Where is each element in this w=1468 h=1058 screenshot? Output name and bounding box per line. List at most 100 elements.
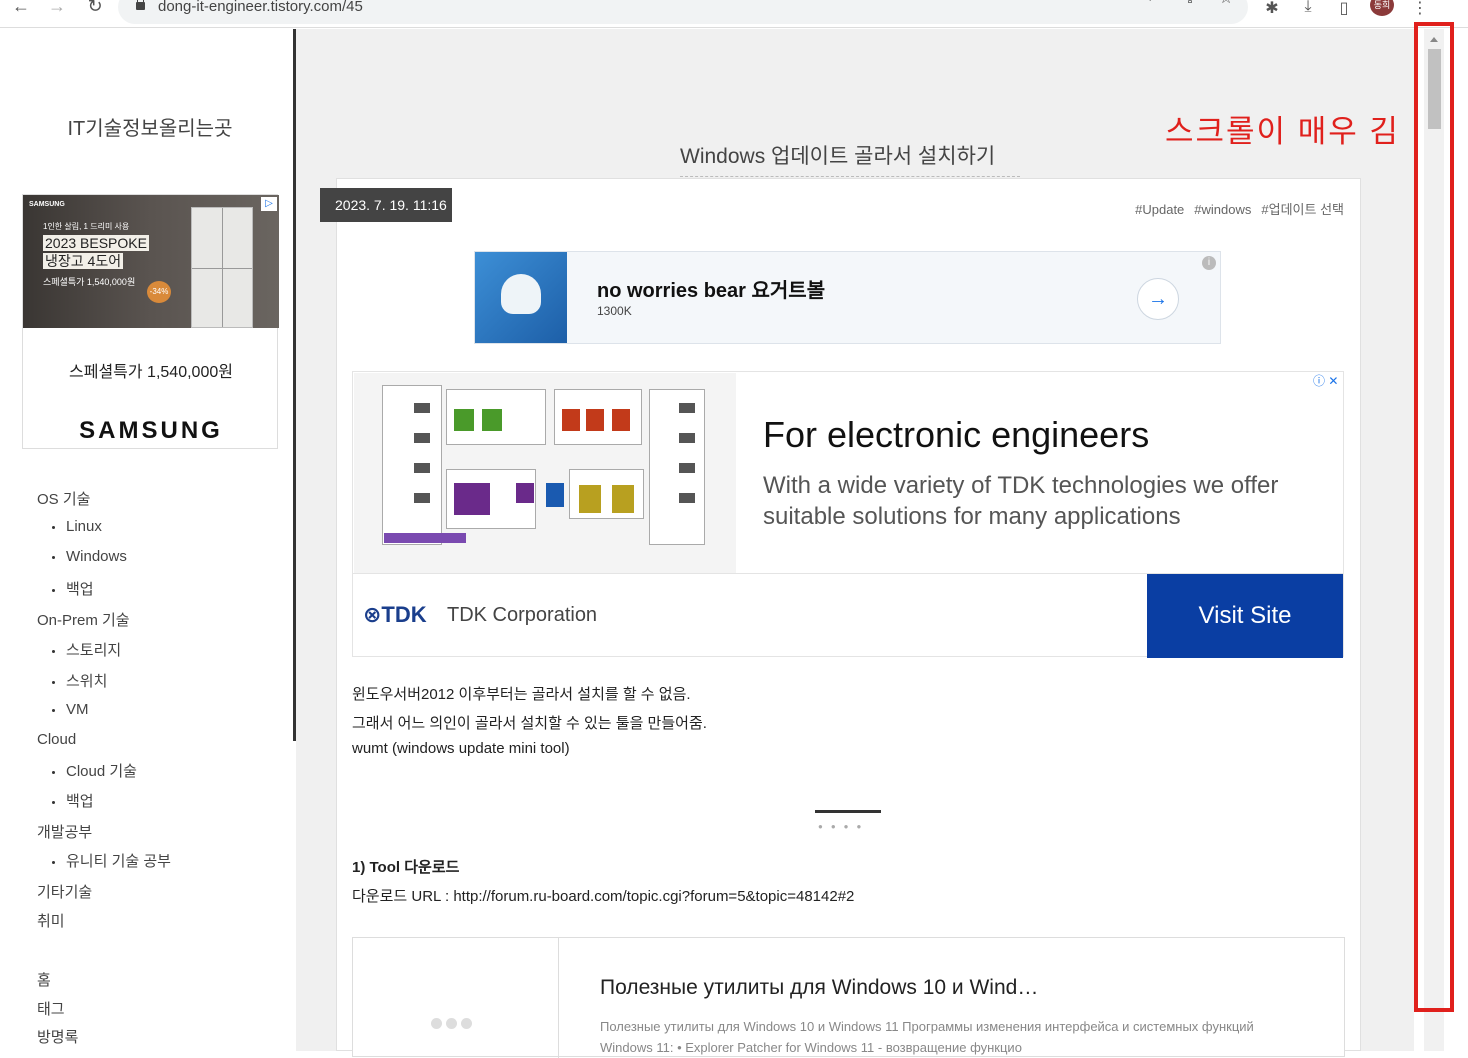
subcategory-storage[interactable]: 스토리지	[52, 639, 121, 660]
subcategory-windows[interactable]: Windows	[52, 548, 127, 565]
ad-info-close-icon[interactable]: ⓘ ✕	[1313, 372, 1338, 389]
sidebar-ad-brand: SAMSUNG	[29, 201, 65, 208]
samsung-logo[interactable]: SAMSUNG	[23, 417, 279, 445]
download-url[interactable]: 다운로드 URL : http://forum.ru-board.com/top…	[352, 885, 854, 906]
menu-kebab-icon[interactable]: ⋮	[1410, 0, 1430, 18]
nav-home[interactable]: 홈	[37, 969, 51, 990]
bookmark-star-icon[interactable]: ☆	[1216, 0, 1236, 8]
bullet-icon	[52, 680, 55, 684]
post-tags: #Update #windows #업데이트 선택	[1100, 199, 1344, 218]
sidebar-ad-price-line: 스페셜특가 1,540,000원	[43, 277, 136, 287]
subcategory-vm[interactable]: VM	[52, 701, 89, 718]
sidebar-ad-image[interactable]: SAMSUNG 1인한 살림, 1 드리미 사용 2023 BESPOKE 냉장…	[23, 195, 279, 328]
section-heading: 1) Tool 다운로드	[352, 859, 460, 876]
diagram-chip	[414, 463, 430, 473]
diagram-chip	[679, 433, 695, 443]
category-dev-study[interactable]: 개발공부	[37, 821, 92, 842]
yogurt-ad-title[interactable]: no worries bear 요거트볼	[597, 274, 825, 303]
scrollbar-highlight-box	[1414, 22, 1454, 1012]
diagram-red-block	[562, 409, 580, 431]
nav-tags[interactable]: 태그	[37, 998, 65, 1019]
info-icon[interactable]: i	[1202, 256, 1216, 270]
post-title[interactable]: Windows 업데이트 골라서 설치하기	[680, 140, 1020, 177]
sidebar-ad-tagline: 1인한 살림, 1 드리미 사용	[43, 222, 130, 231]
link-preview-thumbnail[interactable]	[353, 938, 559, 1058]
subcategory-backup[interactable]: 백업	[52, 578, 94, 599]
diagram-chip	[414, 493, 430, 503]
address-bar[interactable]: dong-it-engineer.tistory.com/45 ⌕ ⇪ ☆	[118, 0, 1248, 24]
bullet-icon	[52, 800, 55, 804]
tdk-ad-body[interactable]: With a wide variety of TDK technologies …	[763, 470, 1323, 532]
visit-site-button[interactable]: Visit Site	[1147, 574, 1343, 658]
tag-link[interactable]: #windows	[1194, 202, 1251, 217]
link-preview-title[interactable]: Полезные утилиты для Windows 10 и Wind…	[600, 976, 1038, 1000]
subcategory-label: 백업	[66, 793, 94, 810]
subcategory-label: Cloud 기술	[66, 763, 137, 780]
browser-toolbar: ← → ↻ dong-it-engineer.tistory.com/45 ⌕ …	[0, 0, 1468, 28]
subcategory-label: Linux	[66, 518, 102, 535]
fridge-image	[191, 207, 253, 328]
bullet-icon	[52, 555, 55, 559]
download-icon[interactable]: ⤓	[1298, 0, 1318, 16]
zoom-icon[interactable]: ⌕	[1144, 0, 1164, 6]
post-date: 2023. 7. 19. 11:16	[320, 188, 452, 222]
share-icon[interactable]: ⇪	[1180, 0, 1200, 8]
nav-guestbook[interactable]: 방명록	[37, 1026, 78, 1047]
subcategory-linux[interactable]: Linux	[52, 518, 102, 535]
tdk-logo[interactable]: ⊗TDK	[363, 602, 427, 628]
separator-dots: ●●●●	[818, 822, 870, 831]
tdk-ad[interactable]: ⓘ ✕ For electronic engineers With a wide…	[352, 371, 1344, 658]
subcategory-label: 유니티 기술 공부	[66, 853, 171, 870]
bullet-icon	[52, 525, 55, 529]
yogurt-ad-banner[interactable]: no worries bear 요거트볼 1300K → i	[474, 251, 1221, 344]
diagram-purple-strip	[384, 533, 466, 543]
tag-link[interactable]: #Update	[1135, 202, 1184, 217]
diagram-chip	[679, 463, 695, 473]
subcategory-cloud-backup[interactable]: 백업	[52, 790, 94, 811]
yogurt-ad-subtitle: 1300K	[597, 304, 632, 318]
arrow-right-icon[interactable]: →	[1137, 278, 1179, 320]
diagram-red-block	[586, 409, 604, 431]
category-on-prem[interactable]: On-Prem 기술	[37, 609, 130, 630]
diagram-chip	[679, 493, 695, 503]
reload-icon[interactable]: ↻	[84, 0, 106, 16]
subcategory-unity[interactable]: 유니티 기술 공부	[52, 850, 171, 871]
back-icon[interactable]: ←	[10, 0, 32, 16]
diagram-block	[649, 389, 705, 545]
sidebar-ad-discount-badge: -34%	[147, 281, 171, 303]
url-text[interactable]: dong-it-engineer.tistory.com/45	[158, 0, 363, 15]
subcategory-label: 스위치	[66, 673, 108, 690]
subcategory-switch[interactable]: 스위치	[52, 670, 107, 691]
link-preview-card[interactable]: Полезные утилиты для Windows 10 и Wind… …	[352, 937, 1345, 1058]
loading-dots-icon	[431, 1016, 476, 1034]
profile-avatar[interactable]: 동희	[1370, 0, 1394, 16]
diagram-purple-block	[454, 483, 490, 515]
extensions-icon[interactable]: ✱	[1262, 0, 1282, 18]
scroll-annotation: 스크롤이 매우 김	[1165, 114, 1400, 149]
post-paragraph: wumt (windows update mini tool)	[352, 740, 570, 757]
blog-title[interactable]: IT기술정보올리는곳	[0, 112, 300, 141]
side-panel-icon[interactable]: ▯	[1334, 0, 1354, 18]
tag-link[interactable]: #업데이트 선택	[1261, 202, 1344, 217]
subcategory-cloud-tech[interactable]: Cloud 기술	[52, 760, 137, 781]
category-os[interactable]: OS 기술	[37, 488, 90, 509]
adchoices-icon[interactable]: ▷	[261, 197, 277, 211]
diagram-purple-block	[516, 483, 534, 503]
lock-icon[interactable]	[136, 0, 145, 10]
sidebar-ad-product: 냉장고 4도어	[43, 253, 124, 269]
tdk-ad-footer: ⊗TDK TDK Corporation Visit Site	[353, 573, 1343, 658]
category-etc-tech[interactable]: 기타기술	[37, 881, 92, 902]
bullet-icon	[52, 649, 55, 653]
link-preview-description[interactable]: Полезные утилиты для Windows 10 и Window…	[600, 1016, 1260, 1058]
forward-icon[interactable]: →	[46, 0, 68, 16]
post-paragraph: 그래서 어느 의인이 골라서 설치할 수 있는 툴을 만들어줌.	[352, 715, 707, 732]
tdk-company-name[interactable]: TDK Corporation	[447, 604, 597, 627]
yogurt-ad-image[interactable]	[475, 252, 567, 343]
sidebar-ad-caption[interactable]: 스페셜특가 1,540,000원	[23, 358, 279, 382]
sidebar-ad[interactable]: SAMSUNG 1인한 살림, 1 드리미 사용 2023 BESPOKE 냉장…	[22, 194, 279, 449]
tdk-ad-diagram-image[interactable]	[354, 373, 736, 573]
tdk-ad-headline[interactable]: For electronic engineers	[763, 414, 1149, 456]
category-cloud[interactable]: Cloud	[37, 731, 76, 748]
category-hobby[interactable]: 취미	[37, 910, 65, 931]
subcategory-label: 스토리지	[66, 642, 122, 659]
